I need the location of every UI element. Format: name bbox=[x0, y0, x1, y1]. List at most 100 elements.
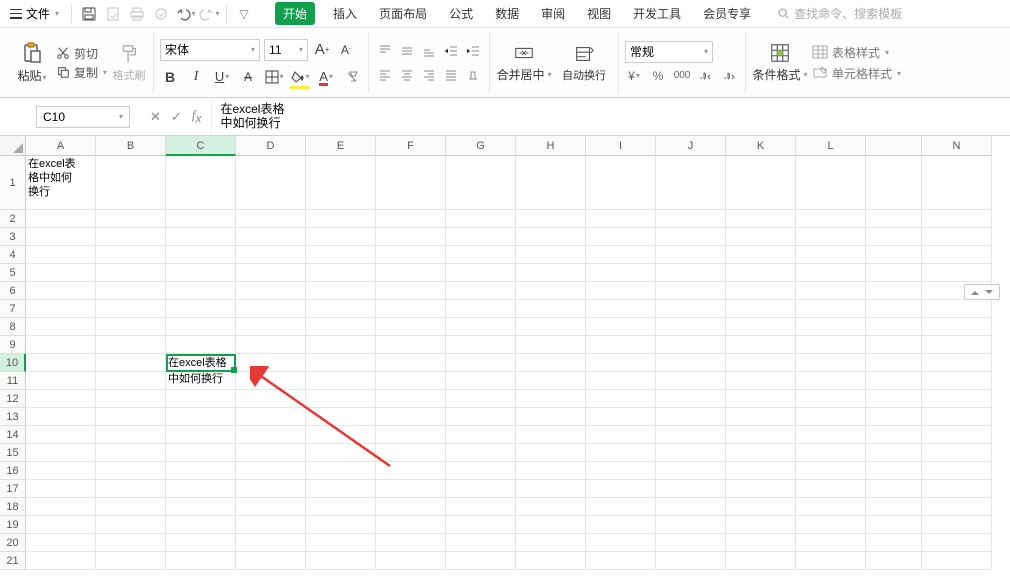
cell[interactable] bbox=[586, 318, 656, 336]
cell[interactable] bbox=[376, 300, 446, 318]
cell[interactable] bbox=[922, 480, 992, 498]
cell[interactable] bbox=[96, 372, 166, 390]
cell[interactable] bbox=[96, 228, 166, 246]
rowheader[interactable]: 8 bbox=[0, 318, 26, 336]
cell[interactable] bbox=[796, 336, 866, 354]
cell[interactable] bbox=[516, 498, 586, 516]
cell[interactable] bbox=[586, 426, 656, 444]
cell[interactable] bbox=[96, 264, 166, 282]
cell[interactable] bbox=[586, 534, 656, 552]
cell[interactable] bbox=[446, 354, 516, 372]
cell[interactable] bbox=[376, 444, 446, 462]
cell[interactable] bbox=[726, 390, 796, 408]
cell[interactable] bbox=[586, 264, 656, 282]
cell[interactable] bbox=[922, 156, 992, 210]
cell[interactable] bbox=[376, 354, 446, 372]
cell[interactable] bbox=[236, 156, 306, 210]
cell[interactable] bbox=[166, 156, 236, 210]
cell[interactable] bbox=[26, 408, 96, 426]
rowheader[interactable]: 16 bbox=[0, 462, 26, 480]
cell[interactable] bbox=[586, 444, 656, 462]
cell[interactable] bbox=[446, 156, 516, 210]
cell[interactable] bbox=[922, 318, 992, 336]
cell[interactable] bbox=[96, 498, 166, 516]
cell[interactable] bbox=[586, 300, 656, 318]
cell[interactable] bbox=[236, 552, 306, 570]
italic-button[interactable]: I bbox=[186, 67, 206, 87]
cell[interactable] bbox=[166, 264, 236, 282]
cell[interactable] bbox=[166, 408, 236, 426]
cell[interactable] bbox=[866, 552, 922, 570]
cell[interactable] bbox=[726, 228, 796, 246]
number-format-select[interactable]: 常规▾ bbox=[625, 41, 713, 63]
cell[interactable] bbox=[26, 498, 96, 516]
cell[interactable] bbox=[26, 372, 96, 390]
cell[interactable] bbox=[26, 516, 96, 534]
cell[interactable] bbox=[376, 516, 446, 534]
cell[interactable] bbox=[166, 534, 236, 552]
cell[interactable] bbox=[96, 516, 166, 534]
cell[interactable] bbox=[586, 408, 656, 426]
qat-dropdown[interactable]: ▽ bbox=[233, 3, 255, 25]
cell[interactable] bbox=[656, 210, 726, 228]
cell[interactable] bbox=[446, 372, 516, 390]
cell[interactable] bbox=[236, 282, 306, 300]
cell[interactable] bbox=[96, 390, 166, 408]
cell[interactable] bbox=[922, 462, 992, 480]
cell[interactable] bbox=[26, 318, 96, 336]
cell[interactable] bbox=[656, 354, 726, 372]
cell[interactable] bbox=[446, 246, 516, 264]
cell[interactable] bbox=[726, 282, 796, 300]
cell[interactable] bbox=[236, 444, 306, 462]
cell[interactable] bbox=[866, 246, 922, 264]
cell[interactable] bbox=[96, 156, 166, 210]
increase-decimal-button[interactable] bbox=[697, 67, 715, 85]
cell[interactable] bbox=[866, 390, 922, 408]
cell[interactable] bbox=[446, 228, 516, 246]
cell[interactable] bbox=[796, 264, 866, 282]
select-all-corner[interactable] bbox=[0, 136, 26, 156]
font-name-select[interactable]: 宋体▾ bbox=[160, 39, 260, 61]
paste-button[interactable]: 粘贴▾ bbox=[12, 41, 52, 84]
cell[interactable] bbox=[376, 552, 446, 570]
cell[interactable] bbox=[376, 282, 446, 300]
cell[interactable] bbox=[516, 408, 586, 426]
colheader-m[interactable] bbox=[866, 136, 922, 156]
percent-button[interactable]: % bbox=[649, 67, 667, 85]
cell[interactable] bbox=[516, 228, 586, 246]
cell[interactable] bbox=[922, 390, 992, 408]
cell[interactable] bbox=[26, 462, 96, 480]
cell[interactable] bbox=[586, 516, 656, 534]
cell[interactable] bbox=[516, 390, 586, 408]
cell[interactable] bbox=[166, 390, 236, 408]
decrease-decimal-button[interactable] bbox=[721, 67, 739, 85]
cell[interactable] bbox=[516, 372, 586, 390]
cell[interactable] bbox=[866, 210, 922, 228]
fill-color-button[interactable]: ▾ bbox=[290, 67, 310, 87]
cell[interactable] bbox=[376, 246, 446, 264]
cell[interactable] bbox=[306, 156, 376, 210]
cell[interactable] bbox=[306, 246, 376, 264]
cell[interactable] bbox=[656, 246, 726, 264]
cell[interactable] bbox=[166, 210, 236, 228]
cell[interactable] bbox=[446, 516, 516, 534]
increase-indent-button[interactable] bbox=[463, 40, 483, 62]
cell[interactable] bbox=[866, 534, 922, 552]
tab-insert[interactable]: 插入 bbox=[329, 3, 361, 24]
cell[interactable] bbox=[376, 336, 446, 354]
cell[interactable] bbox=[26, 210, 96, 228]
cell[interactable] bbox=[726, 426, 796, 444]
cell[interactable] bbox=[922, 534, 992, 552]
cell[interactable] bbox=[236, 246, 306, 264]
cell[interactable] bbox=[166, 480, 236, 498]
cell[interactable] bbox=[306, 264, 376, 282]
cell[interactable] bbox=[796, 444, 866, 462]
cell[interactable] bbox=[306, 552, 376, 570]
cell[interactable] bbox=[796, 228, 866, 246]
cell[interactable] bbox=[656, 372, 726, 390]
align-bottom-button[interactable] bbox=[419, 40, 439, 62]
cell[interactable] bbox=[586, 156, 656, 210]
rowheader[interactable]: 20 bbox=[0, 534, 26, 552]
tab-review[interactable]: 审阅 bbox=[537, 3, 569, 24]
colheader-e[interactable]: E bbox=[306, 136, 376, 156]
